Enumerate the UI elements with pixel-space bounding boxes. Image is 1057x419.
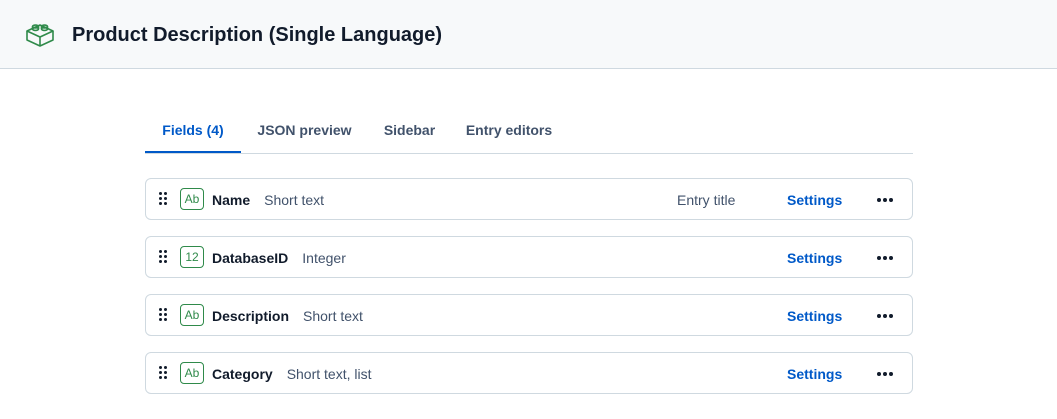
settings-button[interactable]: Settings bbox=[787, 307, 842, 325]
entry-title-label: Entry title bbox=[677, 192, 736, 208]
more-options-icon[interactable] bbox=[877, 191, 895, 209]
drag-handle-icon[interactable] bbox=[159, 192, 167, 206]
field-name: Category bbox=[212, 366, 273, 382]
tab-entry-editors[interactable]: Entry editors bbox=[451, 112, 567, 153]
more-options-icon[interactable] bbox=[877, 365, 895, 383]
field-type: Integer bbox=[302, 250, 346, 266]
settings-button[interactable]: Settings bbox=[787, 191, 842, 209]
tab-json-preview[interactable]: JSON preview bbox=[241, 112, 368, 153]
page-header: Product Description (Single Language) bbox=[0, 0, 1057, 69]
page-title: Product Description (Single Language) bbox=[72, 24, 443, 46]
settings-button[interactable]: Settings bbox=[787, 365, 842, 383]
drag-handle-icon[interactable] bbox=[159, 308, 167, 322]
field-name: Description bbox=[212, 308, 290, 324]
settings-button[interactable]: Settings bbox=[787, 249, 842, 267]
field-type: Short text, list bbox=[286, 366, 372, 382]
drag-handle-icon[interactable] bbox=[159, 250, 167, 264]
short-text-field-icon: Ab bbox=[180, 362, 204, 384]
short-text-field-icon: Ab bbox=[180, 304, 204, 326]
number-field-icon: 12 bbox=[180, 246, 204, 268]
field-name: Name bbox=[212, 192, 251, 208]
field-type: Short text bbox=[264, 192, 325, 208]
drag-handle-icon[interactable] bbox=[159, 366, 167, 380]
short-text-field-icon: Ab bbox=[180, 188, 204, 210]
tab-sidebar[interactable]: Sidebar bbox=[368, 112, 451, 153]
field-row-name[interactable]: Ab Name Short text Entry title Settings bbox=[145, 178, 913, 220]
tab-fields[interactable]: Fields (4) bbox=[145, 112, 241, 153]
content-type-blocks-icon bbox=[26, 24, 54, 47]
field-row-description[interactable]: Ab Description Short text Settings bbox=[145, 294, 913, 336]
field-name: DatabaseID bbox=[212, 250, 289, 266]
more-options-icon[interactable] bbox=[877, 307, 895, 325]
field-row-databaseid[interactable]: 12 DatabaseID Integer Settings bbox=[145, 236, 913, 278]
tab-bar: Fields (4) JSON preview Sidebar Entry ed… bbox=[145, 112, 913, 154]
more-options-icon[interactable] bbox=[877, 249, 895, 267]
field-row-category[interactable]: Ab Category Short text, list Settings bbox=[145, 352, 913, 394]
field-type: Short text bbox=[303, 308, 363, 324]
